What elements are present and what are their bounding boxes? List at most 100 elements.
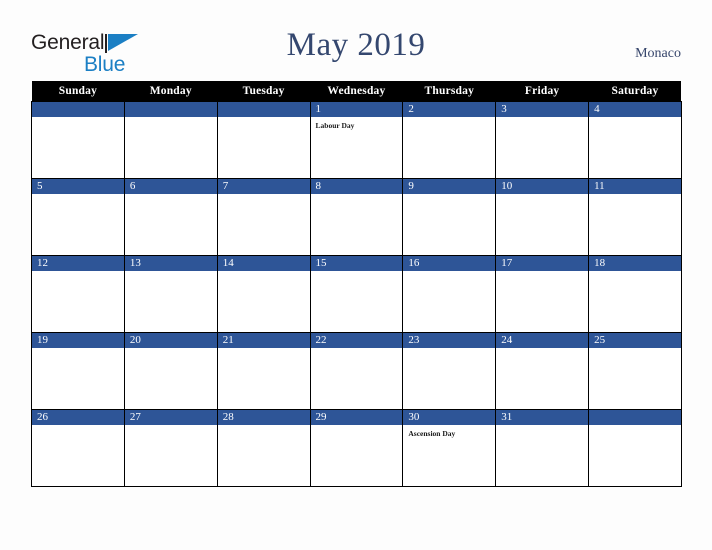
day-number: 1 bbox=[310, 102, 403, 117]
day-events bbox=[403, 348, 496, 409]
calendar-day-cell[interactable]: 11 bbox=[588, 178, 682, 256]
day-number: 10 bbox=[496, 179, 589, 194]
calendar-day-cell[interactable]: 25 bbox=[588, 332, 682, 410]
day-events: Labour Day bbox=[310, 117, 403, 178]
day-number: 9 bbox=[403, 179, 496, 194]
calendar-day-cell[interactable]: 16 bbox=[402, 255, 497, 333]
day-events bbox=[217, 271, 310, 332]
calendar-day-cell[interactable]: 6 bbox=[123, 178, 218, 256]
calendar-day-cell[interactable]: 27 bbox=[123, 409, 218, 487]
day-events bbox=[589, 271, 681, 332]
calendar-body: 1 Labour Day 2 3 4 5 6 7 8 9 10 11 12 13 14 15 16 17 18 19 2… bbox=[31, 101, 682, 487]
calendar-week-row: 12 13 14 15 16 17 18 bbox=[31, 255, 682, 333]
calendar-day-cell[interactable]: 30 Ascension Day bbox=[402, 409, 497, 487]
calendar-day-cell[interactable]: 4 bbox=[588, 101, 682, 179]
calendar-day-cell[interactable]: 1 Labour Day bbox=[309, 101, 404, 179]
calendar-week-row: 19 20 21 22 23 24 25 bbox=[31, 332, 682, 410]
calendar-day-cell[interactable]: 12 bbox=[31, 255, 125, 333]
calendar-day-cell[interactable]: 23 bbox=[402, 332, 497, 410]
weekday-header-tuesday: Tuesday bbox=[217, 81, 311, 102]
calendar-day-cell[interactable]: 22 bbox=[309, 332, 404, 410]
calendar-empty-cell[interactable] bbox=[31, 101, 125, 179]
day-number: 4 bbox=[589, 102, 681, 117]
weekday-header-monday: Monday bbox=[124, 81, 218, 102]
day-number: 17 bbox=[496, 256, 589, 271]
day-number: 16 bbox=[403, 256, 496, 271]
calendar-day-cell[interactable]: 28 bbox=[216, 409, 311, 487]
day-events bbox=[403, 271, 496, 332]
day-number: 22 bbox=[310, 333, 403, 348]
event-label[interactable]: Labour Day bbox=[316, 121, 399, 131]
locale-label: Monaco bbox=[635, 46, 681, 61]
day-events bbox=[32, 194, 124, 255]
day-number: 5 bbox=[32, 179, 124, 194]
weekday-header-saturday: Saturday bbox=[588, 81, 682, 102]
calendar-day-cell[interactable]: 13 bbox=[123, 255, 218, 333]
day-events bbox=[217, 348, 310, 409]
calendar-day-cell[interactable]: 9 bbox=[402, 178, 497, 256]
calendar-day-cell[interactable]: 8 bbox=[309, 178, 404, 256]
calendar-day-cell[interactable]: 10 bbox=[495, 178, 590, 256]
calendar-day-cell[interactable]: 7 bbox=[216, 178, 311, 256]
event-label[interactable]: Ascension Day bbox=[408, 429, 491, 439]
calendar-empty-cell[interactable] bbox=[216, 101, 311, 179]
day-number: 29 bbox=[310, 410, 403, 425]
calendar-day-cell[interactable]: 18 bbox=[588, 255, 682, 333]
day-events bbox=[496, 425, 589, 486]
day-events bbox=[32, 117, 124, 178]
calendar-day-cell[interactable]: 26 bbox=[31, 409, 125, 487]
calendar-day-cell[interactable]: 19 bbox=[31, 332, 125, 410]
calendar-day-cell[interactable]: 3 bbox=[495, 101, 590, 179]
day-events bbox=[32, 271, 124, 332]
page-title: May 2019 bbox=[286, 27, 426, 63]
day-events bbox=[496, 117, 589, 178]
calendar-day-cell[interactable]: 31 bbox=[495, 409, 590, 487]
day-number: 13 bbox=[124, 256, 217, 271]
day-number: 6 bbox=[124, 179, 217, 194]
day-number: 31 bbox=[496, 410, 589, 425]
calendar-week-row: 26 27 28 29 30 Ascension Day 31 bbox=[31, 409, 682, 487]
day-number: 26 bbox=[32, 410, 124, 425]
day-number bbox=[217, 102, 310, 117]
day-events bbox=[32, 425, 124, 486]
day-events bbox=[496, 194, 589, 255]
day-events bbox=[217, 425, 310, 486]
day-number: 14 bbox=[217, 256, 310, 271]
calendar-day-cell[interactable]: 17 bbox=[495, 255, 590, 333]
calendar-empty-cell[interactable] bbox=[123, 101, 218, 179]
calendar-day-cell[interactable]: 14 bbox=[216, 255, 311, 333]
day-events bbox=[496, 271, 589, 332]
day-events bbox=[124, 117, 217, 178]
day-events bbox=[217, 194, 310, 255]
calendar-day-cell[interactable]: 2 bbox=[402, 101, 497, 179]
calendar-header-row: Sunday Monday Tuesday Wednesday Thursday… bbox=[31, 81, 682, 102]
calendar-day-cell[interactable]: 21 bbox=[216, 332, 311, 410]
calendar-day-cell[interactable]: 29 bbox=[309, 409, 404, 487]
calendar-day-cell[interactable]: 15 bbox=[309, 255, 404, 333]
day-events bbox=[217, 117, 310, 178]
day-events bbox=[310, 194, 403, 255]
day-number: 8 bbox=[310, 179, 403, 194]
calendar-empty-cell[interactable] bbox=[588, 409, 682, 487]
day-number bbox=[124, 102, 217, 117]
day-number: 23 bbox=[403, 333, 496, 348]
day-events bbox=[310, 271, 403, 332]
day-number: 27 bbox=[124, 410, 217, 425]
day-events bbox=[32, 348, 124, 409]
day-events: Ascension Day bbox=[403, 425, 496, 486]
day-events bbox=[589, 117, 681, 178]
day-number: 11 bbox=[589, 179, 681, 194]
calendar-day-cell[interactable]: 20 bbox=[123, 332, 218, 410]
weekday-header-thursday: Thursday bbox=[402, 81, 496, 102]
calendar-day-cell[interactable]: 5 bbox=[31, 178, 125, 256]
calendar-day-cell[interactable]: 24 bbox=[495, 332, 590, 410]
calendar-week-row: 5 6 7 8 9 10 11 bbox=[31, 178, 682, 256]
day-number: 21 bbox=[217, 333, 310, 348]
day-events bbox=[124, 348, 217, 409]
day-events bbox=[589, 425, 681, 486]
day-events bbox=[589, 348, 681, 409]
day-number: 3 bbox=[496, 102, 589, 117]
day-number: 24 bbox=[496, 333, 589, 348]
day-number: 12 bbox=[32, 256, 124, 271]
calendar-container: Sunday Monday Tuesday Wednesday Thursday… bbox=[31, 81, 682, 487]
